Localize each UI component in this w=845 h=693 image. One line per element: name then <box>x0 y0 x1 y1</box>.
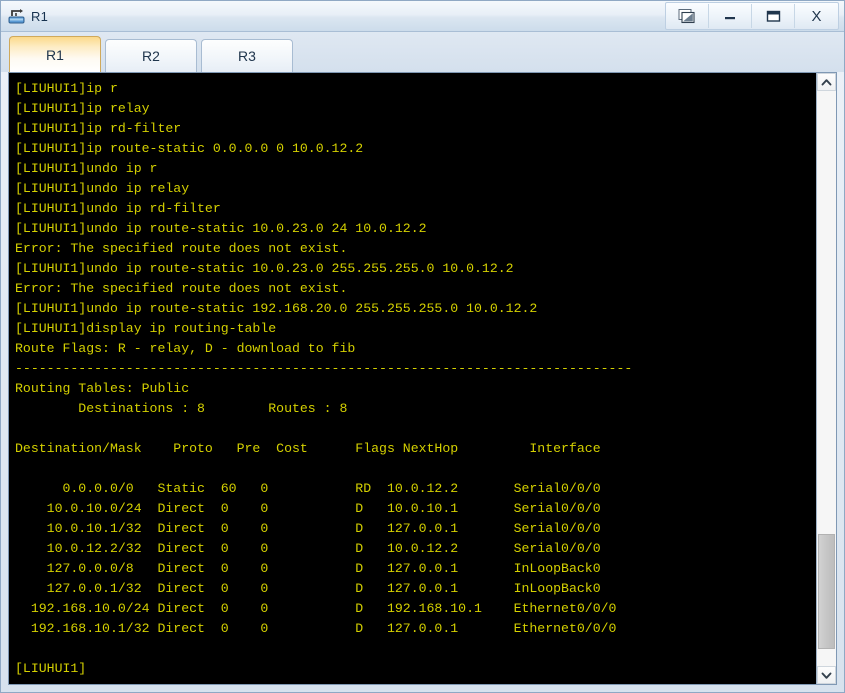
maximize-button[interactable] <box>752 4 795 28</box>
tab-r1[interactable]: R1 <box>9 36 101 72</box>
tab-r3[interactable]: R3 <box>201 39 293 72</box>
scrollbar-thumb[interactable] <box>818 533 835 649</box>
close-icon: X <box>811 7 822 25</box>
scrollbar-track[interactable] <box>817 91 836 666</box>
terminal-scrollbar[interactable] <box>816 73 836 684</box>
tab-strip: R1 R2 R3 <box>1 32 844 72</box>
cascade-windows-icon <box>676 7 698 25</box>
tab-r2[interactable]: R2 <box>105 39 197 72</box>
window-title: R1 <box>31 8 49 24</box>
router-cli-window: R1 X R1 R2 R3 [LIUHUI1]ip r [LIUHUI1]ip … <box>0 0 845 693</box>
tab-r3-label: R3 <box>238 48 256 64</box>
close-button[interactable]: X <box>795 4 838 28</box>
title-bar: R1 X <box>1 1 844 32</box>
terminal-console-text: [LIUHUI1]ip r [LIUHUI1]ip relay [LIUHUI1… <box>15 81 633 676</box>
tab-r1-label: R1 <box>46 46 64 63</box>
router-icon <box>7 6 27 26</box>
scroll-up-button[interactable] <box>817 73 836 91</box>
terminal-output-area[interactable]: [LIUHUI1]ip r [LIUHUI1]ip relay [LIUHUI1… <box>9 73 816 684</box>
chevron-up-icon <box>821 78 832 87</box>
scroll-down-button[interactable] <box>817 666 836 684</box>
minimize-button[interactable] <box>709 4 752 28</box>
terminal-panel: [LIUHUI1]ip r [LIUHUI1]ip relay [LIUHUI1… <box>8 72 837 685</box>
window-controls: X <box>665 2 839 30</box>
tab-r2-label: R2 <box>142 48 160 64</box>
minimize-icon <box>720 9 740 23</box>
restore-windows-button[interactable] <box>666 4 709 28</box>
maximize-icon <box>763 8 783 24</box>
chevron-down-icon <box>821 671 832 680</box>
